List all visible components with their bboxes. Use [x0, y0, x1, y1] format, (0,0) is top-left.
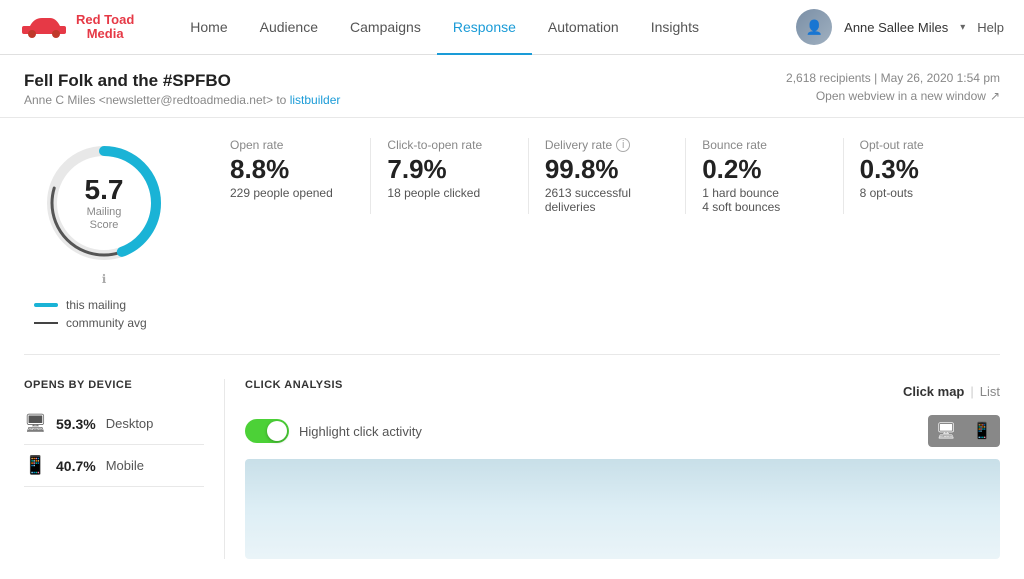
- metric-delivery-value: 99.8%: [545, 156, 669, 182]
- metric-bounce-sub2: 4 soft bounces: [702, 200, 826, 214]
- mobile-icon: 📱: [24, 455, 46, 476]
- score-value: 5.7: [85, 174, 124, 206]
- nav-response[interactable]: Response: [437, 0, 532, 55]
- main-content: 5.7 MailingScore ℹ this mailing communit…: [0, 118, 1024, 579]
- metric-delivery-rate: Delivery rate i 99.8% 2613 successful de…: [528, 138, 685, 214]
- metric-delivery-label: Delivery rate i: [545, 138, 669, 152]
- nav-automation[interactable]: Automation: [532, 0, 635, 55]
- mailing-title: Fell Folk and the #SPFBO: [24, 71, 340, 91]
- device-list: 🖥 59.3% Desktop 📱 40.7% Mobile: [24, 403, 204, 487]
- click-view-toggle: Click map | List: [903, 384, 1000, 399]
- user-name: Anne Sallee Miles: [844, 20, 948, 35]
- toggle-area: Highlight click activity: [245, 419, 422, 443]
- help-link[interactable]: Help: [977, 20, 1004, 35]
- listbuilder-link[interactable]: listbuilder: [290, 93, 341, 107]
- metrics-grid: Open rate 8.8% 229 people opened Click-t…: [184, 138, 1000, 214]
- nav-audience[interactable]: Audience: [244, 0, 334, 55]
- metric-open-rate-label: Open rate: [230, 138, 354, 152]
- bottom-row: OPENS BY DEVICE 🖥 59.3% Desktop 📱 40.7% …: [24, 379, 1000, 559]
- section-divider: [24, 354, 1000, 355]
- nav-right: 👤 Anne Sallee Miles ▾ Help: [796, 9, 1004, 45]
- score-label: MailingScore: [85, 206, 124, 232]
- logo[interactable]: Red Toad Media: [20, 12, 134, 43]
- metric-optout-sub: 8 opt-outs: [860, 186, 984, 200]
- highlight-toggle[interactable]: [245, 419, 289, 443]
- metric-open-rate-value: 8.8%: [230, 156, 354, 182]
- chevron-down-icon[interactable]: ▾: [960, 22, 965, 33]
- metric-open-rate: Open rate 8.8% 229 people opened: [214, 138, 370, 214]
- info-icon[interactable]: ℹ: [102, 272, 107, 286]
- navbar: Red Toad Media Home Audience Campaigns R…: [0, 0, 1024, 55]
- click-analysis-section: CLICK ANALYSIS Click map | List Highligh…: [224, 379, 1000, 559]
- legend-community-avg: community avg: [34, 316, 147, 330]
- view-icons: 🖥 📱: [928, 415, 1000, 447]
- device-item-mobile: 📱 40.7% Mobile: [24, 445, 204, 487]
- mobile-view-button[interactable]: 📱: [964, 415, 1000, 447]
- webview-link[interactable]: Open webview in a new window ↗: [786, 89, 1000, 103]
- mailing-meta: Anne C Miles <newsletter@redtoadmedia.ne…: [24, 93, 340, 107]
- external-link-icon: ↗: [990, 89, 1000, 103]
- legend-dark-line: [34, 322, 58, 324]
- logo-icon: [20, 12, 68, 40]
- email-preview-area: [245, 459, 1000, 559]
- desktop-icon: 🖥: [24, 413, 46, 434]
- click-controls: Highlight click activity 🖥 📱: [245, 415, 1000, 447]
- nav-home[interactable]: Home: [174, 0, 243, 55]
- delivery-info-icon[interactable]: i: [616, 138, 630, 152]
- click-header: CLICK ANALYSIS Click map | List: [245, 379, 1000, 403]
- score-section: 5.7 MailingScore ℹ this mailing communit…: [24, 138, 184, 330]
- metric-bounce-rate: Bounce rate 0.2% 1 hard bounce 4 soft bo…: [685, 138, 842, 214]
- legend-this-mailing: this mailing: [34, 298, 147, 312]
- click-analysis-title: CLICK ANALYSIS: [245, 379, 343, 391]
- metric-optout-label: Opt-out rate: [860, 138, 984, 152]
- logo-text: Red Toad Media: [76, 13, 134, 42]
- mobile-label: Mobile: [106, 458, 144, 473]
- opens-by-device-section: OPENS BY DEVICE 🖥 59.3% Desktop 📱 40.7% …: [24, 379, 224, 559]
- device-item-desktop: 🖥 59.3% Desktop: [24, 403, 204, 445]
- metric-bounce-sub: 1 hard bounce: [702, 186, 826, 200]
- desktop-label: Desktop: [106, 416, 154, 431]
- desktop-view-button[interactable]: 🖥: [928, 415, 964, 447]
- opens-by-device-title: OPENS BY DEVICE: [24, 379, 204, 391]
- nav-campaigns[interactable]: Campaigns: [334, 0, 437, 55]
- metric-bounce-value: 0.2%: [702, 156, 826, 182]
- click-map-link[interactable]: Click map: [903, 384, 964, 399]
- mobile-pct: 40.7%: [56, 458, 96, 474]
- metric-delivery-sub: 2613 successful deliveries: [545, 186, 669, 214]
- legend: this mailing community avg: [24, 298, 147, 330]
- metric-optout-value: 0.3%: [860, 156, 984, 182]
- list-link[interactable]: List: [980, 384, 1000, 399]
- email-preview-content: [245, 459, 1000, 559]
- toggle-knob: [267, 421, 287, 441]
- metric-cto-rate: Click-to-open rate 7.9% 18 people clicke…: [370, 138, 527, 214]
- donut-center: 5.7 MailingScore: [85, 174, 124, 232]
- donut-chart: 5.7 MailingScore: [39, 138, 169, 268]
- nav-links: Home Audience Campaigns Response Automat…: [174, 0, 796, 55]
- subheader: Fell Folk and the #SPFBO Anne C Miles <n…: [0, 55, 1024, 118]
- nav-insights[interactable]: Insights: [635, 0, 715, 55]
- recipients-info: 2,618 recipients | May 26, 2020 1:54 pm: [786, 71, 1000, 85]
- view-divider: |: [970, 384, 973, 399]
- metric-cto-label: Click-to-open rate: [387, 138, 511, 152]
- avatar: 👤: [796, 9, 832, 45]
- toggle-label: Highlight click activity: [299, 424, 422, 439]
- metric-cto-sub: 18 people clicked: [387, 186, 511, 200]
- metric-open-rate-sub: 229 people opened: [230, 186, 354, 200]
- metric-bounce-label: Bounce rate: [702, 138, 826, 152]
- metric-optout-rate: Opt-out rate 0.3% 8 opt-outs: [843, 138, 1000, 214]
- metric-cto-value: 7.9%: [387, 156, 511, 182]
- stats-row: 5.7 MailingScore ℹ this mailing communit…: [24, 138, 1000, 330]
- legend-blue-line: [34, 303, 58, 307]
- desktop-pct: 59.3%: [56, 416, 96, 432]
